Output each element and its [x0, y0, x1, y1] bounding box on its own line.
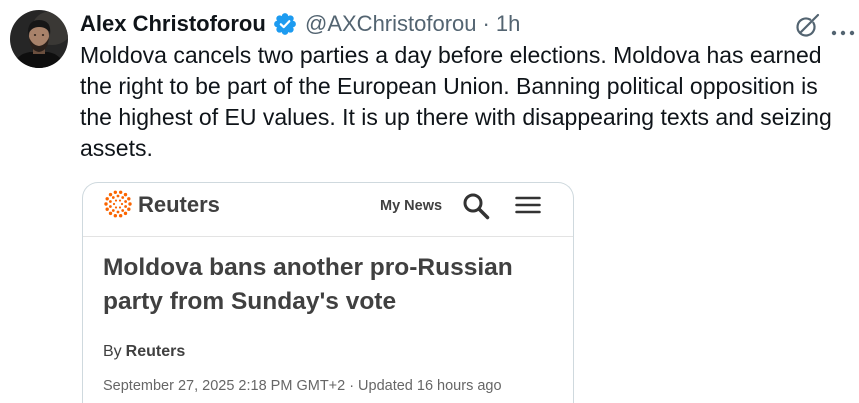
tweet-text-line: Moldova cancels two parties a day before…: [80, 42, 822, 68]
my-news-link: My News: [380, 198, 443, 214]
publisher-name: Reuters: [138, 192, 220, 217]
card-header-divider: [83, 236, 573, 237]
tweet-time[interactable]: 1h: [496, 11, 520, 36]
dateline-separator: ·: [349, 378, 355, 394]
article-byline: By Reuters: [103, 342, 185, 362]
author-avatar[interactable]: [10, 10, 68, 68]
published-date: September 27, 2025 2:18 PM GMT+2: [103, 378, 346, 394]
byline-prefix: By: [103, 343, 122, 360]
menu-icon: [515, 196, 541, 214]
tweet-meta: @AXChristoforou · 1h: [305, 10, 520, 38]
tweet-text-line: the right to be part of the European Uni…: [80, 73, 818, 99]
headline-line: Moldova bans another pro-Russian: [103, 254, 513, 281]
tweet-text-line: assets.: [80, 135, 153, 161]
grok-icon[interactable]: [793, 12, 821, 40]
tweet-text: Moldova cancels two parties a day before…: [80, 40, 832, 164]
search-icon: [462, 192, 490, 220]
author-name[interactable]: Alex Christoforou: [80, 10, 266, 38]
more-icon[interactable]: [831, 23, 855, 36]
article-headline: Moldova bans another pro-Russian party f…: [103, 251, 513, 319]
link-card[interactable]: Reuters My News Moldova bans another pro…: [82, 182, 574, 403]
article-dateline: September 27, 2025 2:18 PM GMT+2 · Updated…: [103, 377, 502, 395]
byline-author: Reuters: [125, 343, 186, 360]
tweet: Alex Christoforou @AXChristoforou · 1h M…: [0, 0, 859, 403]
headline-line: party from Sunday's vote: [103, 288, 397, 315]
author-handle[interactable]: @AXChristoforou: [305, 11, 477, 36]
updated-time: Updated 16 hours ago: [358, 378, 502, 394]
meta-separator: ·: [482, 11, 490, 36]
reuters-logo: [103, 189, 133, 219]
tweet-text-line: the highest of EU values. It is up there…: [80, 104, 832, 130]
verified-badge-icon: [274, 13, 296, 35]
avatar-photo: [10, 10, 68, 68]
